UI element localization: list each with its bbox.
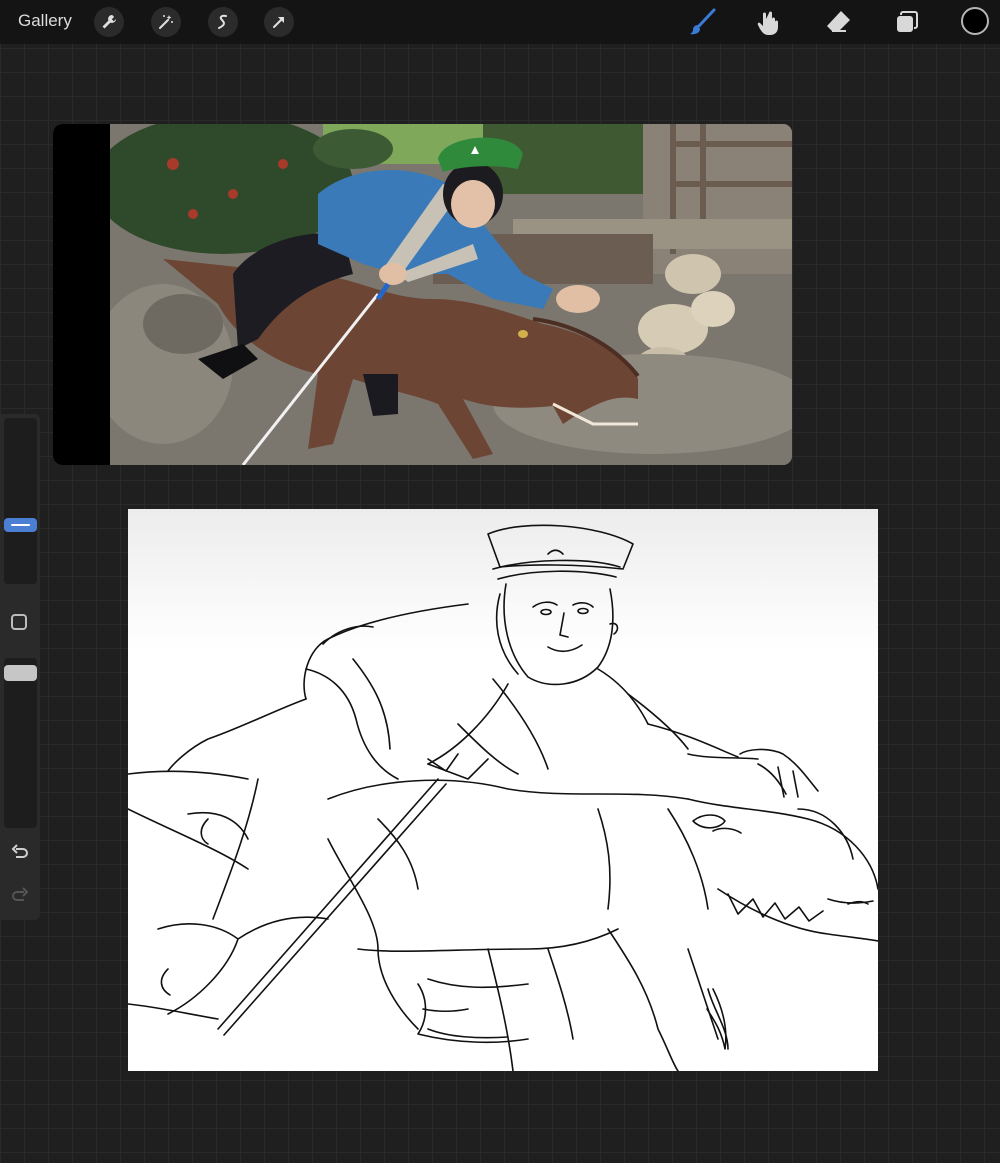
- top-toolbar: Gallery: [0, 0, 1000, 44]
- undo-icon[interactable]: [8, 841, 32, 865]
- color-swatch[interactable]: [961, 7, 989, 35]
- smudge-icon[interactable]: [753, 5, 787, 39]
- wrench-icon[interactable]: [94, 7, 124, 37]
- transform-arrow-icon[interactable]: [264, 7, 294, 37]
- left-sidebar: [0, 414, 40, 920]
- gallery-button[interactable]: Gallery: [18, 11, 72, 31]
- brush-size-slider-thumb[interactable]: [4, 517, 37, 532]
- opacity-slider[interactable]: [4, 658, 37, 828]
- opacity-slider-thumb[interactable]: [4, 664, 37, 681]
- brush-icon[interactable]: [686, 5, 720, 39]
- modify-square-icon[interactable]: [11, 614, 27, 630]
- redo-icon[interactable]: [8, 884, 32, 908]
- drawing-canvas[interactable]: [128, 509, 878, 1071]
- sketch-drawing: [128, 509, 878, 1071]
- magic-wand-icon[interactable]: [151, 7, 181, 37]
- reference-photo[interactable]: [53, 124, 792, 465]
- eraser-icon[interactable]: [821, 5, 855, 39]
- layers-icon[interactable]: [890, 5, 924, 39]
- brush-size-slider[interactable]: [4, 418, 37, 584]
- reference-photo-image: [53, 124, 792, 465]
- selection-icon[interactable]: [208, 7, 238, 37]
